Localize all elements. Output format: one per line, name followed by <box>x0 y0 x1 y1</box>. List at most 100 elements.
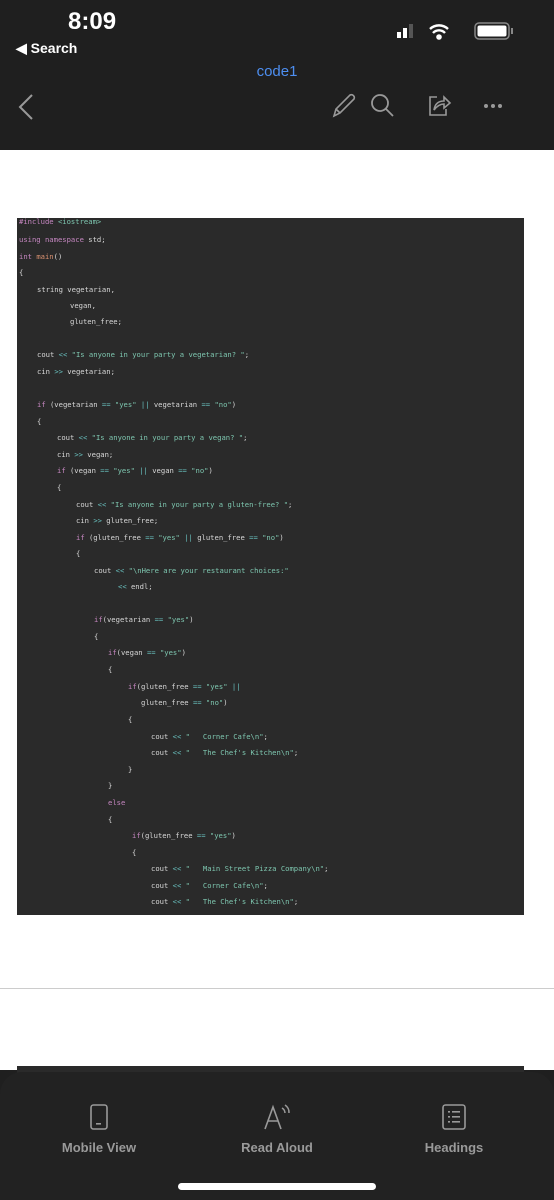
code-token: "no" <box>262 533 280 542</box>
code-token: if <box>128 682 137 691</box>
code-line: cout << " The Chef's Kitchen\n"; <box>151 748 298 757</box>
code-token: << <box>172 864 186 873</box>
code-line: gluten_free == "no") <box>141 698 228 707</box>
code-token: " The Chef's Kitchen\n" <box>185 748 294 757</box>
code-token: using namespace <box>19 235 89 244</box>
code-token: { <box>108 815 113 824</box>
code-token: cin <box>57 450 75 459</box>
wifi-icon <box>429 24 449 40</box>
code-token: == <box>249 533 263 542</box>
code-token: << <box>172 732 186 741</box>
code-token: vegetarian <box>153 400 202 409</box>
code-token: ) <box>208 466 213 475</box>
code-token: cout <box>151 864 173 873</box>
code-line: cout << " Corner Cafe\n"; <box>151 881 268 890</box>
code-token: "no" <box>191 466 209 475</box>
code-token: "yes" <box>205 682 232 691</box>
code-line: cout << "\nHere are your restaurant choi… <box>94 566 289 575</box>
chevron-left-icon[interactable] <box>14 93 38 121</box>
code-token: " Main Street Pizza Company\n" <box>185 864 325 873</box>
code-token: "Is anyone in your party a gluten-free? … <box>110 500 289 509</box>
code-token: { <box>94 632 99 641</box>
back-to-search-button[interactable]: ◀ Search <box>16 40 77 57</box>
code-line: vegan, <box>70 301 96 310</box>
code-line: else <box>108 798 125 807</box>
code-token: == <box>101 400 115 409</box>
code-token: || <box>140 400 154 409</box>
code-line: cout << " Main Street Pizza Company\n"; <box>151 864 328 873</box>
code-token: (gluten_free <box>136 682 193 691</box>
back-label: Search <box>30 40 78 56</box>
code-token: " The Chef's Kitchen\n" <box>185 897 294 906</box>
code-token: " Corner Cafe\n" <box>185 881 264 890</box>
code-line: using namespace std; <box>19 235 106 244</box>
code-token: << <box>172 881 186 890</box>
more-icon[interactable] <box>483 102 505 110</box>
code-token: || <box>184 533 198 542</box>
code-token: << <box>97 500 111 509</box>
code-token: ; <box>244 350 250 359</box>
code-line: if (vegan == "yes" || vegan == "no") <box>57 466 213 475</box>
code-token: ; <box>324 864 329 873</box>
pencil-icon[interactable] <box>330 92 358 120</box>
read-aloud-icon <box>264 1104 290 1130</box>
code-line: if(gluten_free == "yes") <box>132 831 236 840</box>
code-token: { <box>76 549 81 558</box>
code-token: cout <box>151 897 173 906</box>
code-token: endl; <box>130 582 153 591</box>
code-token: ) <box>231 400 237 409</box>
code-line: cout << " Corner Cafe\n"; <box>151 732 268 741</box>
signal-icon <box>397 24 413 38</box>
code-token: == <box>100 466 114 475</box>
code-line: } <box>128 765 132 774</box>
code-token: if <box>94 615 103 624</box>
read-aloud-button[interactable]: Read Aloud <box>202 1104 352 1155</box>
code-token: " Corner Cafe\n" <box>185 732 264 741</box>
code-token: "Is anyone in your party a vegetarian? " <box>71 350 245 359</box>
code-token: ; <box>263 732 268 741</box>
code-token: vegan, <box>70 301 96 310</box>
code-line: cout << "Is anyone in your party a glute… <box>76 500 292 509</box>
headings-label: Headings <box>424 1140 484 1155</box>
code-token: ; <box>293 748 299 757</box>
code-line: { <box>94 632 98 641</box>
code-token: cin <box>76 516 94 525</box>
code-token: ; <box>293 897 299 906</box>
code-token: (gluten_free <box>88 533 146 542</box>
headings-button[interactable]: Headings <box>379 1104 529 1155</box>
code-token: >> <box>74 450 88 459</box>
code-token: (vegetarian <box>102 615 155 624</box>
code-token: "yes" <box>113 466 140 475</box>
share-icon[interactable] <box>425 92 453 120</box>
code-token: == <box>145 533 159 542</box>
code-line: { <box>37 417 41 426</box>
code-token: gluten_free <box>197 533 250 542</box>
home-indicator <box>178 1183 376 1190</box>
code-token: ; <box>263 881 268 890</box>
battery-icon <box>474 22 513 40</box>
code-token: { <box>57 483 62 492</box>
code-token: (vegan <box>69 466 101 475</box>
code-token: (vegan <box>116 648 147 657</box>
code-token: cout <box>151 732 173 741</box>
code-token: << <box>78 433 92 442</box>
code-token: vegetarian; <box>67 367 115 376</box>
code-line: if (gluten_free == "yes" || gluten_free … <box>76 533 284 542</box>
code-token: == <box>196 831 210 840</box>
code-token: <iostream> <box>57 217 102 226</box>
code-token: gluten_free; <box>106 516 159 525</box>
code-line: cin >> gluten_free; <box>76 516 158 525</box>
code-token: >> <box>54 367 68 376</box>
search-icon[interactable] <box>369 92 397 120</box>
mobile-view-button[interactable]: Mobile View <box>24 1104 174 1155</box>
mobile-view-label: Mobile View <box>61 1140 137 1155</box>
code-token: == <box>192 682 206 691</box>
code-line: { <box>76 549 80 558</box>
code-line: cin >> vegan; <box>57 450 113 459</box>
code-line: { <box>132 848 136 857</box>
code-token: cout <box>37 350 59 359</box>
code-token: << <box>118 582 131 591</box>
code-token: { <box>37 417 42 426</box>
code-token: >> <box>93 516 107 525</box>
code-token: ) <box>231 831 236 840</box>
